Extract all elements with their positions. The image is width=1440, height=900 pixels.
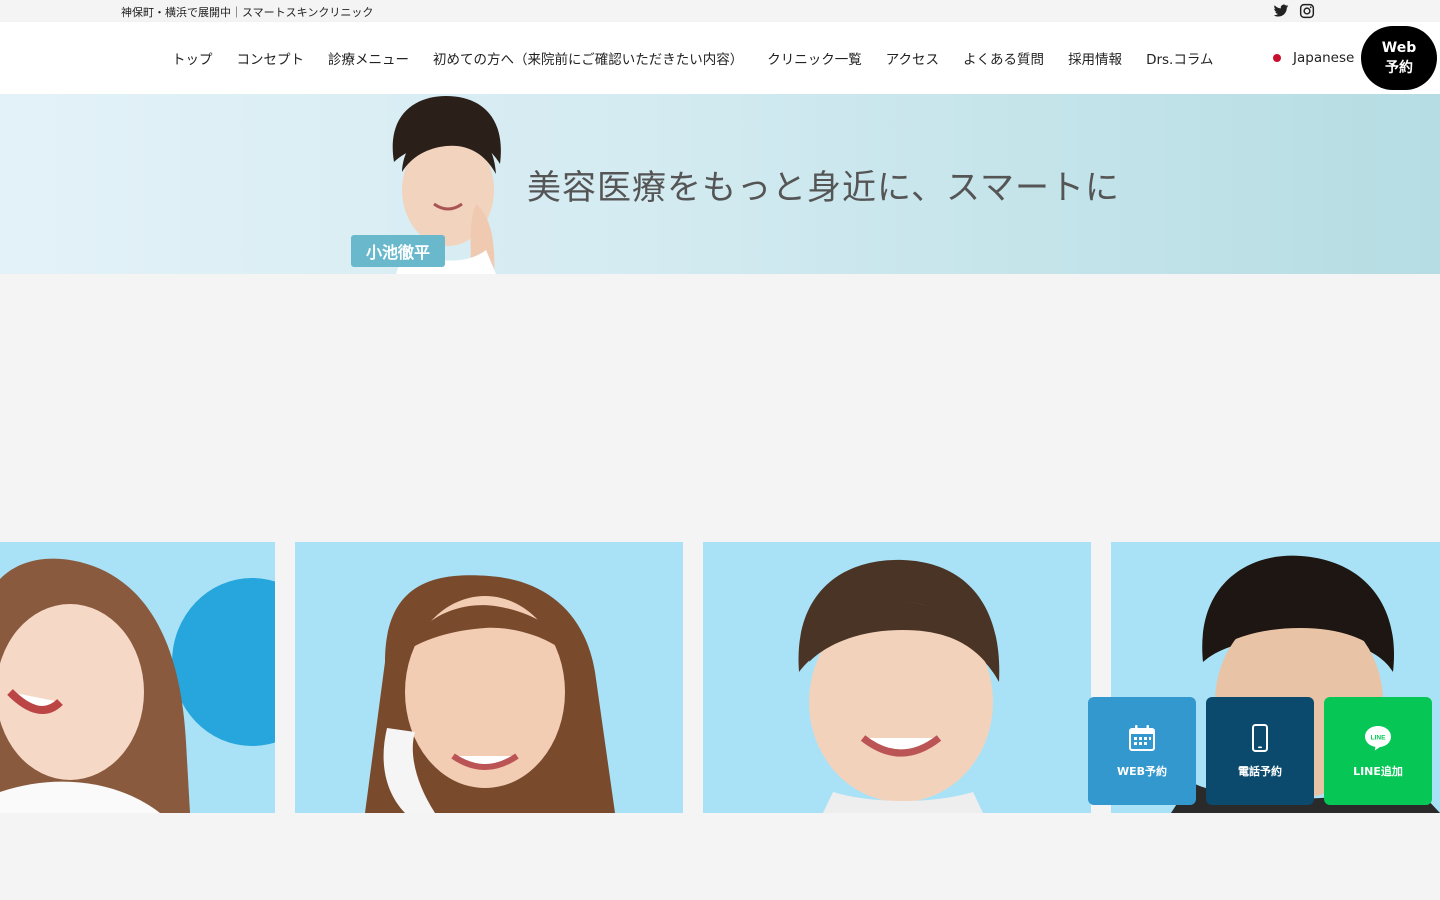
- nav-item-first-visit[interactable]: 初めての方へ（来院前にご確認いただきたい内容）: [433, 48, 743, 68]
- model-photo-3: [703, 542, 1091, 813]
- nav-item-top[interactable]: トップ: [172, 48, 213, 68]
- fab-line-label: LINE追加: [1353, 765, 1403, 778]
- fab-phone-reserve-button[interactable]: 電話予約: [1206, 697, 1314, 805]
- language-selector[interactable]: Japanese: [1273, 22, 1354, 94]
- site-header: トップ コンセプト 診療メニュー 初めての方へ（来院前にご確認いただきたい内容）…: [0, 22, 1440, 94]
- calendar-icon: [1129, 725, 1155, 751]
- smartphone-icon: [1252, 724, 1268, 752]
- model-photo-1: [0, 542, 275, 813]
- nav-item-faq[interactable]: よくある質問: [963, 48, 1044, 68]
- hero-banner[interactable]: 小池徹平 美容医療をもっと身近に、スマートに: [0, 94, 1440, 274]
- ambassador-name-badge: 小池徹平: [351, 235, 445, 267]
- banner-headline: 美容医療をもっと身近に、スマートに: [527, 168, 1120, 208]
- nav-item-menu[interactable]: 診療メニュー: [328, 48, 409, 68]
- model-photo-2: [295, 542, 683, 813]
- line-icon-text: LINE: [1371, 734, 1386, 741]
- nav-item-clinics[interactable]: クリニック一覧: [767, 48, 862, 68]
- line-icon: LINE: [1365, 726, 1391, 751]
- nav-item-concept[interactable]: コンセプト: [237, 48, 305, 68]
- fab-web-reserve-button[interactable]: WEB予約: [1088, 697, 1196, 805]
- nav-item-recruit[interactable]: 採用情報: [1068, 48, 1122, 68]
- nav-item-column[interactable]: Drs.コラム: [1146, 48, 1213, 68]
- web-reserve-button[interactable]: Web 予約: [1361, 26, 1437, 90]
- instagram-icon[interactable]: [1299, 3, 1315, 19]
- web-reserve-line2: 予約: [1385, 60, 1413, 76]
- site-tagline: 神保町・横浜で展開中｜スマートスキンクリニック: [121, 6, 374, 19]
- twitter-icon[interactable]: [1273, 3, 1289, 19]
- language-label: Japanese: [1293, 50, 1355, 66]
- main-nav: トップ コンセプト 診療メニュー 初めての方へ（来院前にご確認いただきたい内容）…: [172, 22, 1237, 94]
- web-reserve-line1: Web: [1381, 39, 1417, 56]
- japan-flag-icon: [1273, 54, 1281, 62]
- fab-line-add-button[interactable]: LINE LINE追加: [1324, 697, 1432, 805]
- top-bar: 神保町・横浜で展開中｜スマートスキンクリニック: [0, 0, 1440, 22]
- nav-item-access[interactable]: アクセス: [886, 48, 939, 68]
- fab-web-label: WEB予約: [1116, 765, 1168, 778]
- fab-phone-label: 電話予約: [1238, 765, 1282, 778]
